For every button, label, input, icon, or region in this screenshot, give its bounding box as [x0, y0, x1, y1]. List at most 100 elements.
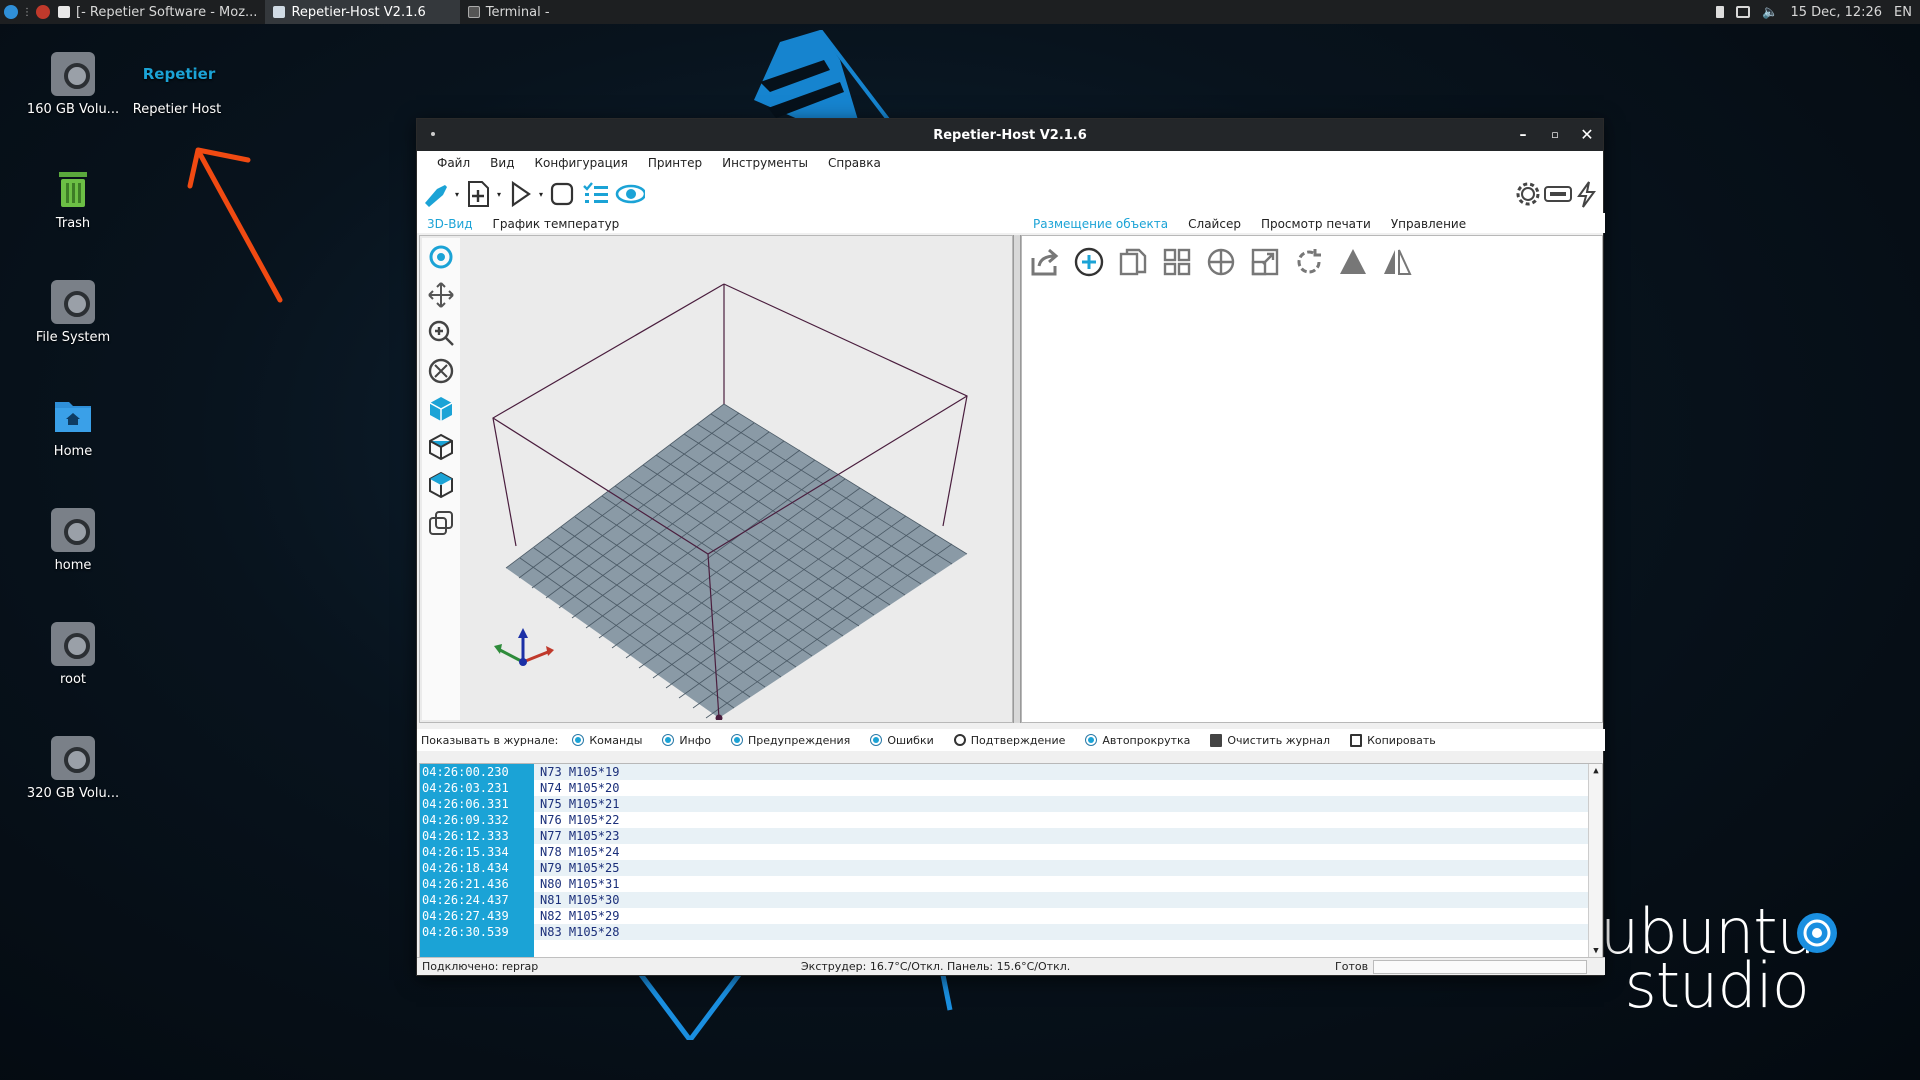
task-repetier[interactable]: Repetier-Host V2.1.6 — [265, 0, 460, 24]
window-titlebar[interactable]: Repetier-Host V2.1.6 – ▫ ✕ — [417, 119, 1603, 151]
clear-log-label: Очистить журнал — [1227, 733, 1331, 747]
window-menu-icon[interactable] — [431, 132, 435, 136]
menu-icon[interactable] — [4, 5, 18, 19]
stop-button[interactable] — [547, 179, 577, 209]
ubuntu-studio-brand: ubuntu studio — [1600, 901, 1816, 1017]
connect-button[interactable] — [421, 179, 451, 209]
tab-3d-view[interactable]: 3D-Вид — [417, 213, 483, 233]
volume-icon[interactable]: 🔈 — [1762, 5, 1778, 20]
clock[interactable]: 15 Dec, 12:26 — [1790, 5, 1882, 20]
rotate-view-button[interactable] — [422, 238, 460, 276]
task-firefox[interactable]: [- Repetier Software - Moz... — [50, 0, 265, 24]
run-dropdown-icon[interactable]: ▾ — [539, 190, 543, 199]
menu-config[interactable]: Конфигурация — [524, 156, 637, 170]
run-job-button[interactable] — [505, 179, 535, 209]
menu-help[interactable]: Справка — [818, 156, 891, 170]
maximize-icon[interactable]: ▫ — [1545, 125, 1565, 145]
filter-label: Команды — [589, 733, 643, 747]
battery-icon[interactable] — [1716, 6, 1725, 18]
log-row: 04:26:21.436 N80 M105*31 — [420, 876, 1602, 892]
panel-splitter[interactable] — [1013, 235, 1021, 723]
firefox-icon[interactable] — [36, 5, 50, 19]
add-object-button[interactable] — [1070, 244, 1108, 280]
crosshair-icon — [1207, 248, 1235, 276]
desktop-icon-home-drive[interactable]: home — [18, 508, 128, 573]
menu-file[interactable]: Файл — [427, 156, 480, 170]
menu-printer[interactable]: Принтер — [638, 156, 712, 170]
desktop-icon-root[interactable]: root — [18, 622, 128, 687]
tab-temperature-graph[interactable]: График температур — [483, 213, 630, 233]
export-object-button[interactable] — [1026, 244, 1064, 280]
display-icon[interactable] — [1736, 6, 1751, 18]
top-view-button[interactable] — [422, 466, 460, 504]
radio-info[interactable] — [662, 734, 675, 746]
desktop-icon-home-folder[interactable]: Home — [18, 394, 128, 459]
desktop-icon-label: home — [54, 558, 92, 573]
desktop-icon-repetier-host[interactable]: Repetier Repetier Host — [122, 52, 232, 117]
radio-warnings[interactable] — [730, 734, 743, 746]
move-view-button[interactable] — [422, 276, 460, 314]
mirror-icon — [1384, 249, 1412, 275]
menu-view[interactable]: Вид — [480, 156, 524, 170]
desktop-icon-label: Home — [53, 444, 93, 459]
emergency-button[interactable] — [1571, 179, 1601, 209]
close-icon[interactable]: ✕ — [1577, 125, 1597, 145]
settings-button[interactable] — [1513, 179, 1543, 209]
radio-commands[interactable] — [572, 734, 585, 746]
filter-commands[interactable]: Команды — [572, 734, 642, 747]
toggle-objects-button[interactable] — [422, 504, 460, 542]
radio-errors[interactable] — [870, 734, 883, 746]
desktop-icon-trash[interactable]: Trash — [18, 166, 128, 231]
log-scrollbar[interactable]: ▲ ▼ — [1588, 764, 1602, 958]
filter-errors[interactable]: Ошибки — [870, 734, 934, 747]
log-message: N83 M105*28 — [534, 924, 1602, 940]
fit-view-icon — [428, 358, 454, 384]
load-dropdown-icon[interactable]: ▾ — [497, 190, 501, 199]
fit-view-button[interactable] — [422, 352, 460, 390]
mirror-object-button[interactable] — [1378, 244, 1416, 280]
center-object-button[interactable] — [1202, 244, 1240, 280]
cut-object-button[interactable] — [1334, 244, 1372, 280]
minimize-icon[interactable]: – — [1513, 125, 1533, 145]
copy-log-button[interactable]: Копировать — [1350, 733, 1436, 747]
radio-acknowledgement[interactable] — [953, 734, 966, 746]
scale-object-button[interactable] — [1246, 244, 1284, 280]
front-view-button[interactable] — [422, 428, 460, 466]
tab-object-placement[interactable]: Размещение объекта — [1023, 213, 1178, 233]
tab-slicer[interactable]: Слайсер — [1178, 213, 1251, 233]
3d-view-canvas[interactable] — [419, 235, 1013, 723]
radio-autoscroll[interactable] — [1085, 734, 1098, 746]
clear-log-button[interactable]: Очистить журнал — [1210, 733, 1331, 747]
load-file-button[interactable] — [463, 179, 493, 209]
desktop-icon-160gb[interactable]: 160 GB Volu... — [18, 52, 128, 117]
preview-button[interactable] — [615, 179, 646, 209]
scroll-down-icon[interactable]: ▼ — [1589, 944, 1602, 958]
filter-acknowledgement[interactable]: Подтверждение — [953, 734, 1065, 747]
keyboard-layout[interactable]: EN — [1894, 5, 1912, 20]
connect-dropdown-icon[interactable]: ▾ — [455, 190, 459, 199]
rotate-object-button[interactable] — [1290, 244, 1328, 280]
tab-manual-control[interactable]: Управление — [1381, 213, 1476, 233]
drive-icon — [51, 736, 95, 780]
separator-icon: ⋮ — [22, 6, 32, 18]
job-list-button[interactable] — [581, 179, 611, 209]
menu-tools[interactable]: Инструменты — [712, 156, 818, 170]
iso-view-button[interactable] — [422, 390, 460, 428]
desktop-icon-320gb[interactable]: 320 GB Volu... — [18, 736, 128, 801]
scale-icon — [1251, 248, 1279, 276]
copy-object-button[interactable] — [1114, 244, 1152, 280]
system-tray-right: 🔈 15 Dec, 12:26 EN — [1716, 5, 1920, 20]
filter-warnings[interactable]: Предупреждения — [730, 734, 850, 747]
autoplace-button[interactable] — [1158, 244, 1196, 280]
scroll-up-icon[interactable]: ▲ — [1589, 764, 1602, 778]
drive-icon — [51, 622, 95, 666]
task-terminal[interactable]: Terminal - — [460, 0, 558, 24]
filter-info[interactable]: Инфо — [662, 734, 711, 747]
progress-field — [1373, 960, 1587, 974]
log-panel[interactable]: 04:26:00.230 N73 M105*19 04:26:03.231 N74 M… — [419, 763, 1603, 959]
desktop-icon-file-system[interactable]: File System — [18, 280, 128, 345]
tab-print-preview[interactable]: Просмотр печати — [1251, 213, 1381, 233]
filter-autoscroll[interactable]: Автопрокрутка — [1085, 734, 1190, 747]
zoom-view-button[interactable] — [422, 314, 460, 352]
easy-mode-button[interactable] — [1543, 179, 1573, 209]
